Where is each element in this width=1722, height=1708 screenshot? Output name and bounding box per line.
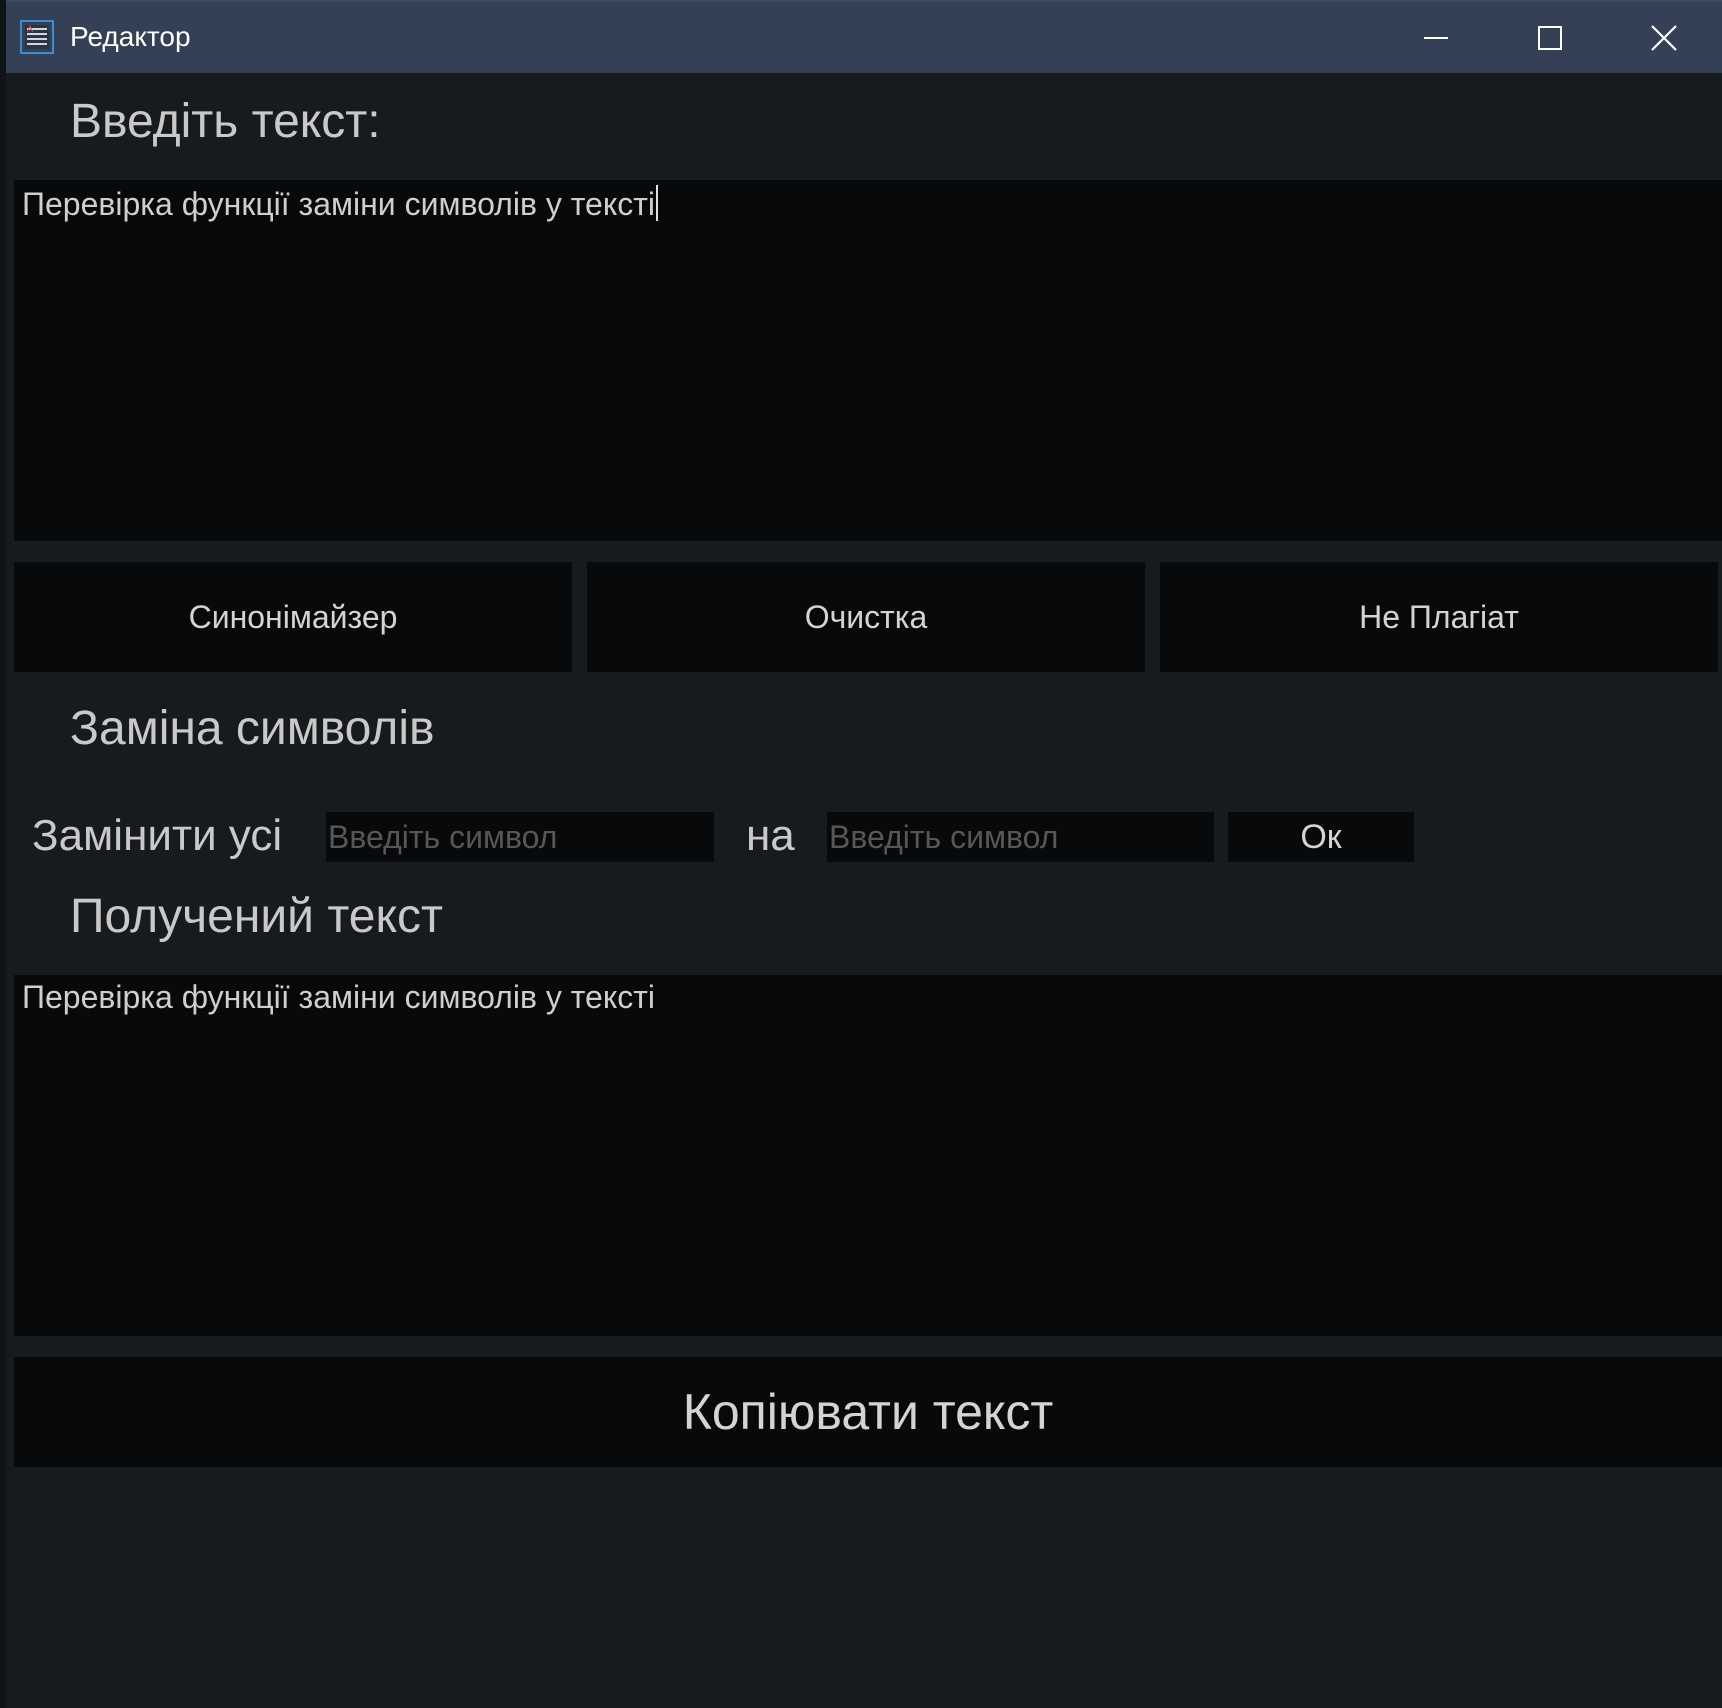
not-plagiarism-button[interactable]: Не Плагіат bbox=[1160, 562, 1718, 672]
maximize-icon bbox=[1538, 26, 1562, 50]
input-heading: Введіть текст: bbox=[70, 95, 381, 148]
output-text: Перевірка функції заміни символів у текс… bbox=[22, 979, 655, 1015]
clear-button[interactable]: Очистка bbox=[587, 562, 1145, 672]
close-button[interactable] bbox=[1607, 4, 1721, 72]
text-caret bbox=[655, 185, 658, 221]
ok-button[interactable]: Ок bbox=[1228, 812, 1414, 862]
svg-text:A: A bbox=[27, 24, 33, 34]
replace-section-heading: Заміна символів bbox=[70, 702, 435, 755]
maximize-button[interactable] bbox=[1493, 4, 1607, 72]
close-icon bbox=[1651, 25, 1677, 51]
input-text: Перевірка функції заміни символів у текс… bbox=[22, 186, 655, 222]
copy-text-button[interactable]: Копіювати текст bbox=[14, 1357, 1722, 1467]
replace-to-label: на bbox=[746, 811, 795, 860]
title-bar[interactable]: A Редактор bbox=[6, 0, 1722, 73]
replace-all-label: Замінити усі bbox=[32, 811, 283, 860]
output-heading: Получений текст bbox=[70, 890, 443, 943]
minimize-icon bbox=[1424, 37, 1448, 39]
text-editor-icon: A bbox=[20, 20, 54, 54]
input-text-area[interactable]: Перевірка функції заміни символів у текс… bbox=[14, 180, 1722, 541]
window-title: Редактор bbox=[70, 21, 191, 52]
minimize-button[interactable] bbox=[1379, 4, 1493, 72]
editor-window: A Редактор Введіть текст: Перевірка функ… bbox=[6, 0, 1722, 1708]
replace-from-input[interactable] bbox=[326, 812, 714, 862]
synonymizer-button[interactable]: Синонімайзер bbox=[14, 562, 572, 672]
output-text-area[interactable]: Перевірка функції заміни символів у текс… bbox=[14, 975, 1722, 1336]
replace-to-input[interactable] bbox=[827, 812, 1214, 862]
